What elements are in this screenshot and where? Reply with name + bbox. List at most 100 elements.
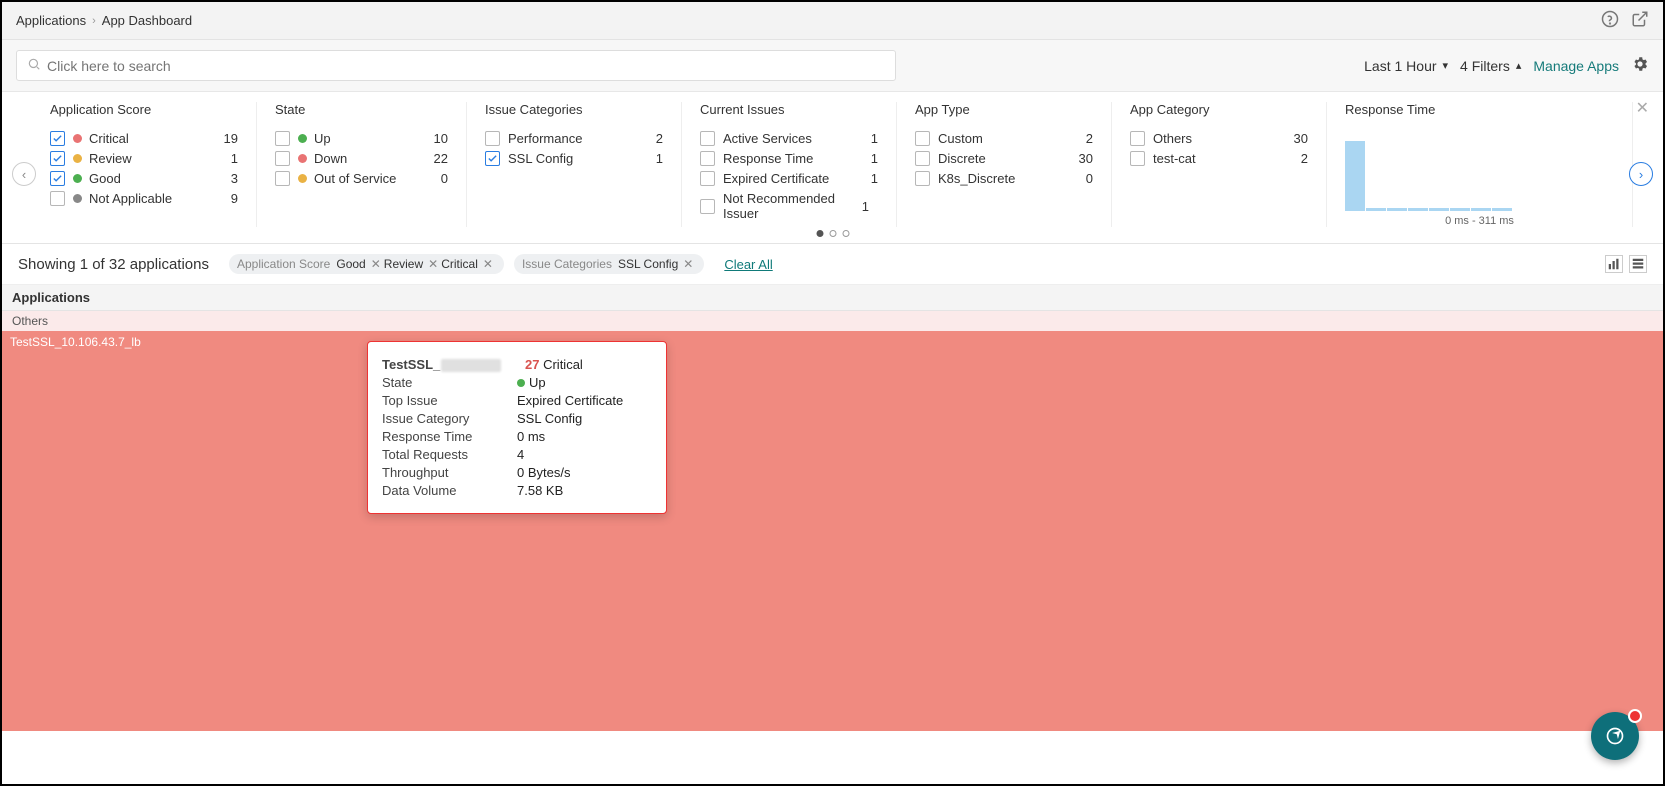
search-icon bbox=[27, 57, 47, 74]
checkbox[interactable] bbox=[700, 151, 715, 166]
checkbox[interactable] bbox=[915, 131, 930, 146]
remove-filter-button[interactable]: ✕ bbox=[371, 257, 381, 271]
help-icon[interactable] bbox=[1601, 10, 1619, 31]
filter-page-next-button[interactable]: › bbox=[1629, 162, 1653, 186]
status-dot-icon bbox=[73, 174, 82, 183]
filter-item[interactable]: Up10 bbox=[275, 131, 448, 146]
filter-item[interactable]: Others30 bbox=[1130, 131, 1308, 146]
filter-item[interactable]: Down22 bbox=[275, 151, 448, 166]
filter-item-label: K8s_Discrete bbox=[938, 171, 1067, 186]
filter-item-label: Others bbox=[1153, 131, 1282, 146]
filter-group-state: State Up10 Down22 Out of Service0 bbox=[257, 102, 467, 227]
tooltip-key: State bbox=[382, 375, 517, 390]
status-dot-icon bbox=[73, 194, 82, 203]
table-view-button[interactable] bbox=[1629, 255, 1647, 273]
close-filter-panel-button[interactable]: ✕ bbox=[1636, 98, 1649, 118]
settings-button[interactable] bbox=[1631, 55, 1649, 76]
filter-item[interactable]: Performance2 bbox=[485, 131, 663, 146]
search-input-wrapper[interactable] bbox=[16, 50, 896, 81]
search-input[interactable] bbox=[47, 58, 885, 74]
external-link-icon[interactable] bbox=[1631, 10, 1649, 31]
time-range-picker[interactable]: Last 1 Hour ▾ bbox=[1364, 58, 1448, 74]
filter-item-label: Expired Certificate bbox=[723, 171, 852, 186]
checkbox[interactable] bbox=[915, 171, 930, 186]
filters-toggle[interactable]: 4 Filters ▴ bbox=[1460, 58, 1521, 74]
checkbox[interactable] bbox=[1130, 151, 1145, 166]
histogram-bar bbox=[1387, 208, 1407, 211]
filter-group-issue-categories: Issue Categories Performance2 SSL Config… bbox=[467, 102, 682, 227]
redacted-text bbox=[441, 359, 501, 372]
checkbox[interactable] bbox=[700, 171, 715, 186]
checkbox[interactable] bbox=[275, 131, 290, 146]
manage-apps-link[interactable]: Manage Apps bbox=[1533, 58, 1619, 74]
filter-item-label: Performance bbox=[508, 131, 637, 146]
filter-item[interactable]: Not Applicable9 bbox=[50, 191, 238, 206]
filter-item-label: SSL Config bbox=[508, 151, 637, 166]
filter-item[interactable]: Out of Service0 bbox=[275, 171, 448, 186]
remove-filter-button[interactable]: ✕ bbox=[683, 257, 693, 271]
time-range-label: Last 1 Hour bbox=[1364, 58, 1436, 74]
checkbox[interactable] bbox=[915, 151, 930, 166]
remove-filter-button[interactable]: ✕ bbox=[483, 257, 493, 271]
filter-item-count: 1 bbox=[852, 131, 878, 146]
filter-item[interactable]: test-cat2 bbox=[1130, 151, 1308, 166]
filter-item-count: 1 bbox=[852, 171, 878, 186]
treemap-tile-label: TestSSL_10.106.43.7_lb bbox=[10, 335, 141, 349]
filter-group-response-time: Response Time 0 ms - 311 ms bbox=[1327, 102, 1633, 227]
feedback-fab-button[interactable] bbox=[1591, 712, 1639, 760]
filter-item-label: Out of Service bbox=[314, 171, 422, 186]
filter-item-count: 30 bbox=[1282, 131, 1308, 146]
filter-item-count: 1 bbox=[852, 151, 878, 166]
page-dot[interactable] bbox=[842, 230, 849, 237]
filter-group-app-category: App Category Others30 test-cat2 bbox=[1112, 102, 1327, 227]
page-dot[interactable] bbox=[829, 230, 836, 237]
checkbox[interactable] bbox=[50, 131, 65, 146]
filter-item-count: 10 bbox=[422, 131, 448, 146]
filter-item-count: 2 bbox=[1067, 131, 1093, 146]
filter-item[interactable]: Review1 bbox=[50, 151, 238, 166]
status-dot-icon bbox=[73, 134, 82, 143]
filter-item-count: 0 bbox=[1067, 171, 1093, 186]
pill-label: Issue Categories bbox=[522, 257, 612, 271]
clear-all-filters-link[interactable]: Clear All bbox=[724, 257, 772, 272]
filter-item[interactable]: Critical19 bbox=[50, 131, 238, 146]
response-time-range-label: 0 ms - 311 ms bbox=[1345, 215, 1614, 227]
filter-item[interactable]: Response Time1 bbox=[700, 151, 878, 166]
filter-item-count: 9 bbox=[212, 191, 238, 206]
checkbox[interactable] bbox=[485, 131, 500, 146]
response-time-histogram[interactable] bbox=[1345, 131, 1614, 211]
checkbox[interactable] bbox=[50, 191, 65, 206]
filter-group-title: Issue Categories bbox=[485, 102, 663, 117]
checkbox[interactable] bbox=[275, 151, 290, 166]
checkbox[interactable] bbox=[50, 171, 65, 186]
tooltip-value: 0 Bytes/s bbox=[517, 465, 652, 480]
filter-item[interactable]: Good3 bbox=[50, 171, 238, 186]
histogram-bar bbox=[1492, 208, 1512, 211]
checkbox[interactable] bbox=[1130, 131, 1145, 146]
status-dot-icon bbox=[298, 174, 307, 183]
filter-item[interactable]: Not Recommended Issuer1 bbox=[700, 191, 878, 221]
filter-item[interactable]: Custom2 bbox=[915, 131, 1093, 146]
page-dot[interactable] bbox=[816, 230, 823, 237]
filter-item-label: Response Time bbox=[723, 151, 852, 166]
tooltip-value: Expired Certificate bbox=[517, 393, 652, 408]
checkbox[interactable] bbox=[50, 151, 65, 166]
filter-item[interactable]: SSL Config1 bbox=[485, 151, 663, 166]
checkbox[interactable] bbox=[485, 151, 500, 166]
checkbox[interactable] bbox=[275, 171, 290, 186]
filter-item[interactable]: Discrete30 bbox=[915, 151, 1093, 166]
treemap-tile[interactable]: TestSSL_10.106.43.7_lb TestSSL_ 27 Criti… bbox=[2, 331, 1663, 731]
showing-count: Showing 1 of 32 applications bbox=[18, 256, 209, 273]
filter-item[interactable]: Active Services1 bbox=[700, 131, 878, 146]
breadcrumb-root[interactable]: Applications bbox=[16, 13, 86, 28]
checkbox[interactable] bbox=[700, 131, 715, 146]
app-tooltip: TestSSL_ 27 Critical StateUp Top IssueEx… bbox=[367, 341, 667, 514]
filter-item[interactable]: Expired Certificate1 bbox=[700, 171, 878, 186]
histogram-bar bbox=[1408, 208, 1428, 211]
checkbox[interactable] bbox=[700, 199, 715, 214]
filter-page-prev-button[interactable]: ‹ bbox=[12, 162, 36, 186]
filter-item[interactable]: K8s_Discrete0 bbox=[915, 171, 1093, 186]
remove-filter-button[interactable]: ✕ bbox=[428, 257, 438, 271]
filter-item-label: Not Recommended Issuer bbox=[723, 191, 843, 221]
chart-view-button[interactable] bbox=[1605, 255, 1623, 273]
